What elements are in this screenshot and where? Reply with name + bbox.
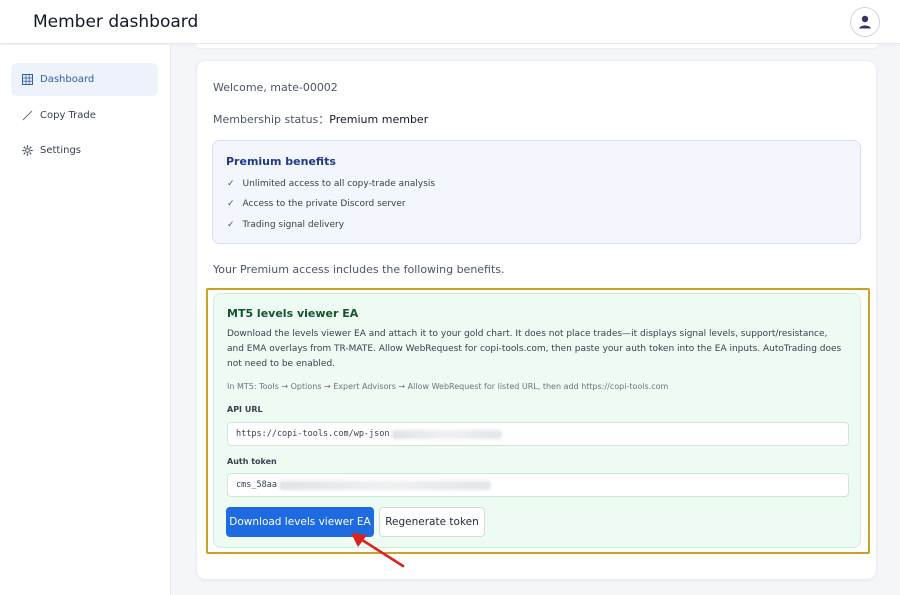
auth-token-value: cms_58aa [236, 480, 277, 490]
membership-status: Membership status：Premium member [213, 111, 428, 127]
membership-label: Membership status： [213, 113, 330, 126]
pointer-arrow-icon [351, 533, 405, 568]
ea-title: MT5 levels viewer EA [227, 307, 359, 320]
list-item: ✓ Unlimited access to all copy-trade ana… [227, 179, 435, 189]
sidebar: Dashboard Copy Trade Settings [0, 45, 171, 595]
api-url-label: API URL [227, 405, 263, 414]
benefit-text: Trading signal delivery [242, 220, 345, 230]
check-icon: ✓ [227, 179, 235, 189]
sidebar-item-copy-trade[interactable]: Copy Trade [11, 99, 158, 132]
page-title: Member dashboard [33, 12, 199, 32]
redacted-blur [278, 480, 491, 490]
ea-section: MT5 levels viewer EA Download the levels… [213, 293, 861, 548]
grid-icon [21, 74, 33, 86]
check-icon: ✓ [227, 199, 235, 209]
sidebar-item-label: Copy Trade [40, 110, 96, 121]
sidebar-item-dashboard[interactable]: Dashboard [11, 63, 158, 96]
auth-token-field[interactable]: cms_58aa [227, 473, 849, 497]
api-url-field[interactable]: https://copi-tools.com/wp-json [227, 422, 849, 446]
ea-description: Download the levels viewer EA and attach… [227, 329, 842, 369]
api-url-value: https://copi-tools.com/wp-json [236, 429, 390, 439]
sidebar-item-settings[interactable]: Settings [11, 134, 158, 167]
trend-line-icon [21, 110, 33, 122]
sidebar-item-label: Settings [40, 145, 82, 156]
includes-text: Your Premium access includes the followi… [213, 263, 505, 276]
benefit-text: Access to the private Discord server [242, 199, 406, 209]
benefits-title: Premium benefits [226, 155, 336, 168]
previous-card-edge [196, 44, 877, 48]
ea-hint: In MT5: Tools → Options → Expert Advisor… [227, 382, 669, 391]
check-icon: ✓ [227, 220, 235, 230]
redacted-blur [391, 429, 502, 439]
app-header: Member dashboard [0, 0, 900, 44]
avatar-button[interactable] [850, 7, 880, 37]
sidebar-item-label: Dashboard [40, 74, 95, 85]
user-icon [859, 15, 871, 29]
membership-value: Premium member [329, 113, 429, 126]
premium-benefits-box: Premium benefits ✓ Unlimited access to a… [212, 140, 861, 244]
welcome-text: Welcome, mate-00002 [213, 81, 338, 94]
list-item: ✓ Trading signal delivery [227, 220, 344, 230]
benefit-text: Unlimited access to all copy-trade analy… [242, 179, 436, 189]
list-item: ✓ Access to the private Discord server [227, 199, 406, 209]
auth-token-label: Auth token [227, 457, 277, 466]
gear-icon [21, 145, 33, 157]
